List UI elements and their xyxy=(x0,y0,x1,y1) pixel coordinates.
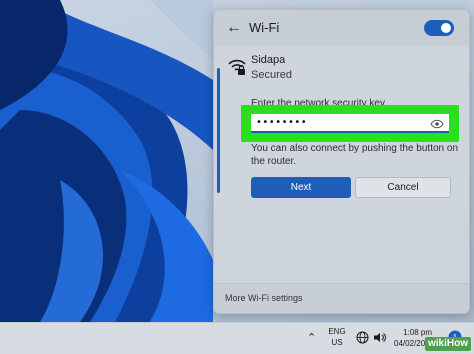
taskbar: ⌃ ENG US 1:08 pm 04/02/2023 1 xyxy=(0,322,474,354)
wifi-secured-icon xyxy=(228,59,246,75)
security-key-input[interactable] xyxy=(251,114,449,133)
toggle-knob xyxy=(441,23,451,33)
speaker-icon[interactable] xyxy=(373,331,386,344)
region-code: US xyxy=(331,338,343,347)
language-code: ENG xyxy=(328,327,346,336)
input-highlight-box xyxy=(241,105,459,142)
reveal-password-icon[interactable] xyxy=(430,119,444,129)
globe-icon[interactable] xyxy=(356,331,369,344)
flyout-footer: More Wi-Fi settings xyxy=(214,283,469,313)
cancel-button[interactable]: Cancel xyxy=(355,177,451,198)
network-item-expanded: Sidapa Secured Enter the network securit… xyxy=(214,50,469,210)
wifi-flyout: ← Wi-Fi Sidapa Secured Enter the network… xyxy=(213,9,470,314)
back-arrow-icon[interactable]: ← xyxy=(224,19,244,37)
wifi-toggle[interactable] xyxy=(424,20,454,36)
chevron-up-icon[interactable]: ⌃ xyxy=(307,331,316,344)
next-button[interactable]: Next xyxy=(251,177,351,198)
selection-accent-bar xyxy=(217,68,220,193)
network-status: Secured xyxy=(251,69,292,81)
language-indicator[interactable]: ENG US xyxy=(326,326,348,348)
router-hint-text: You can also connect by pushing the butt… xyxy=(251,143,459,167)
watermark-logo: wikiHow xyxy=(424,337,471,351)
flyout-header: ← Wi-Fi xyxy=(214,10,469,46)
more-wifi-settings-link[interactable]: More Wi-Fi settings xyxy=(225,293,303,303)
network-name: Sidapa xyxy=(251,54,286,66)
flyout-title: Wi-Fi xyxy=(249,20,280,35)
